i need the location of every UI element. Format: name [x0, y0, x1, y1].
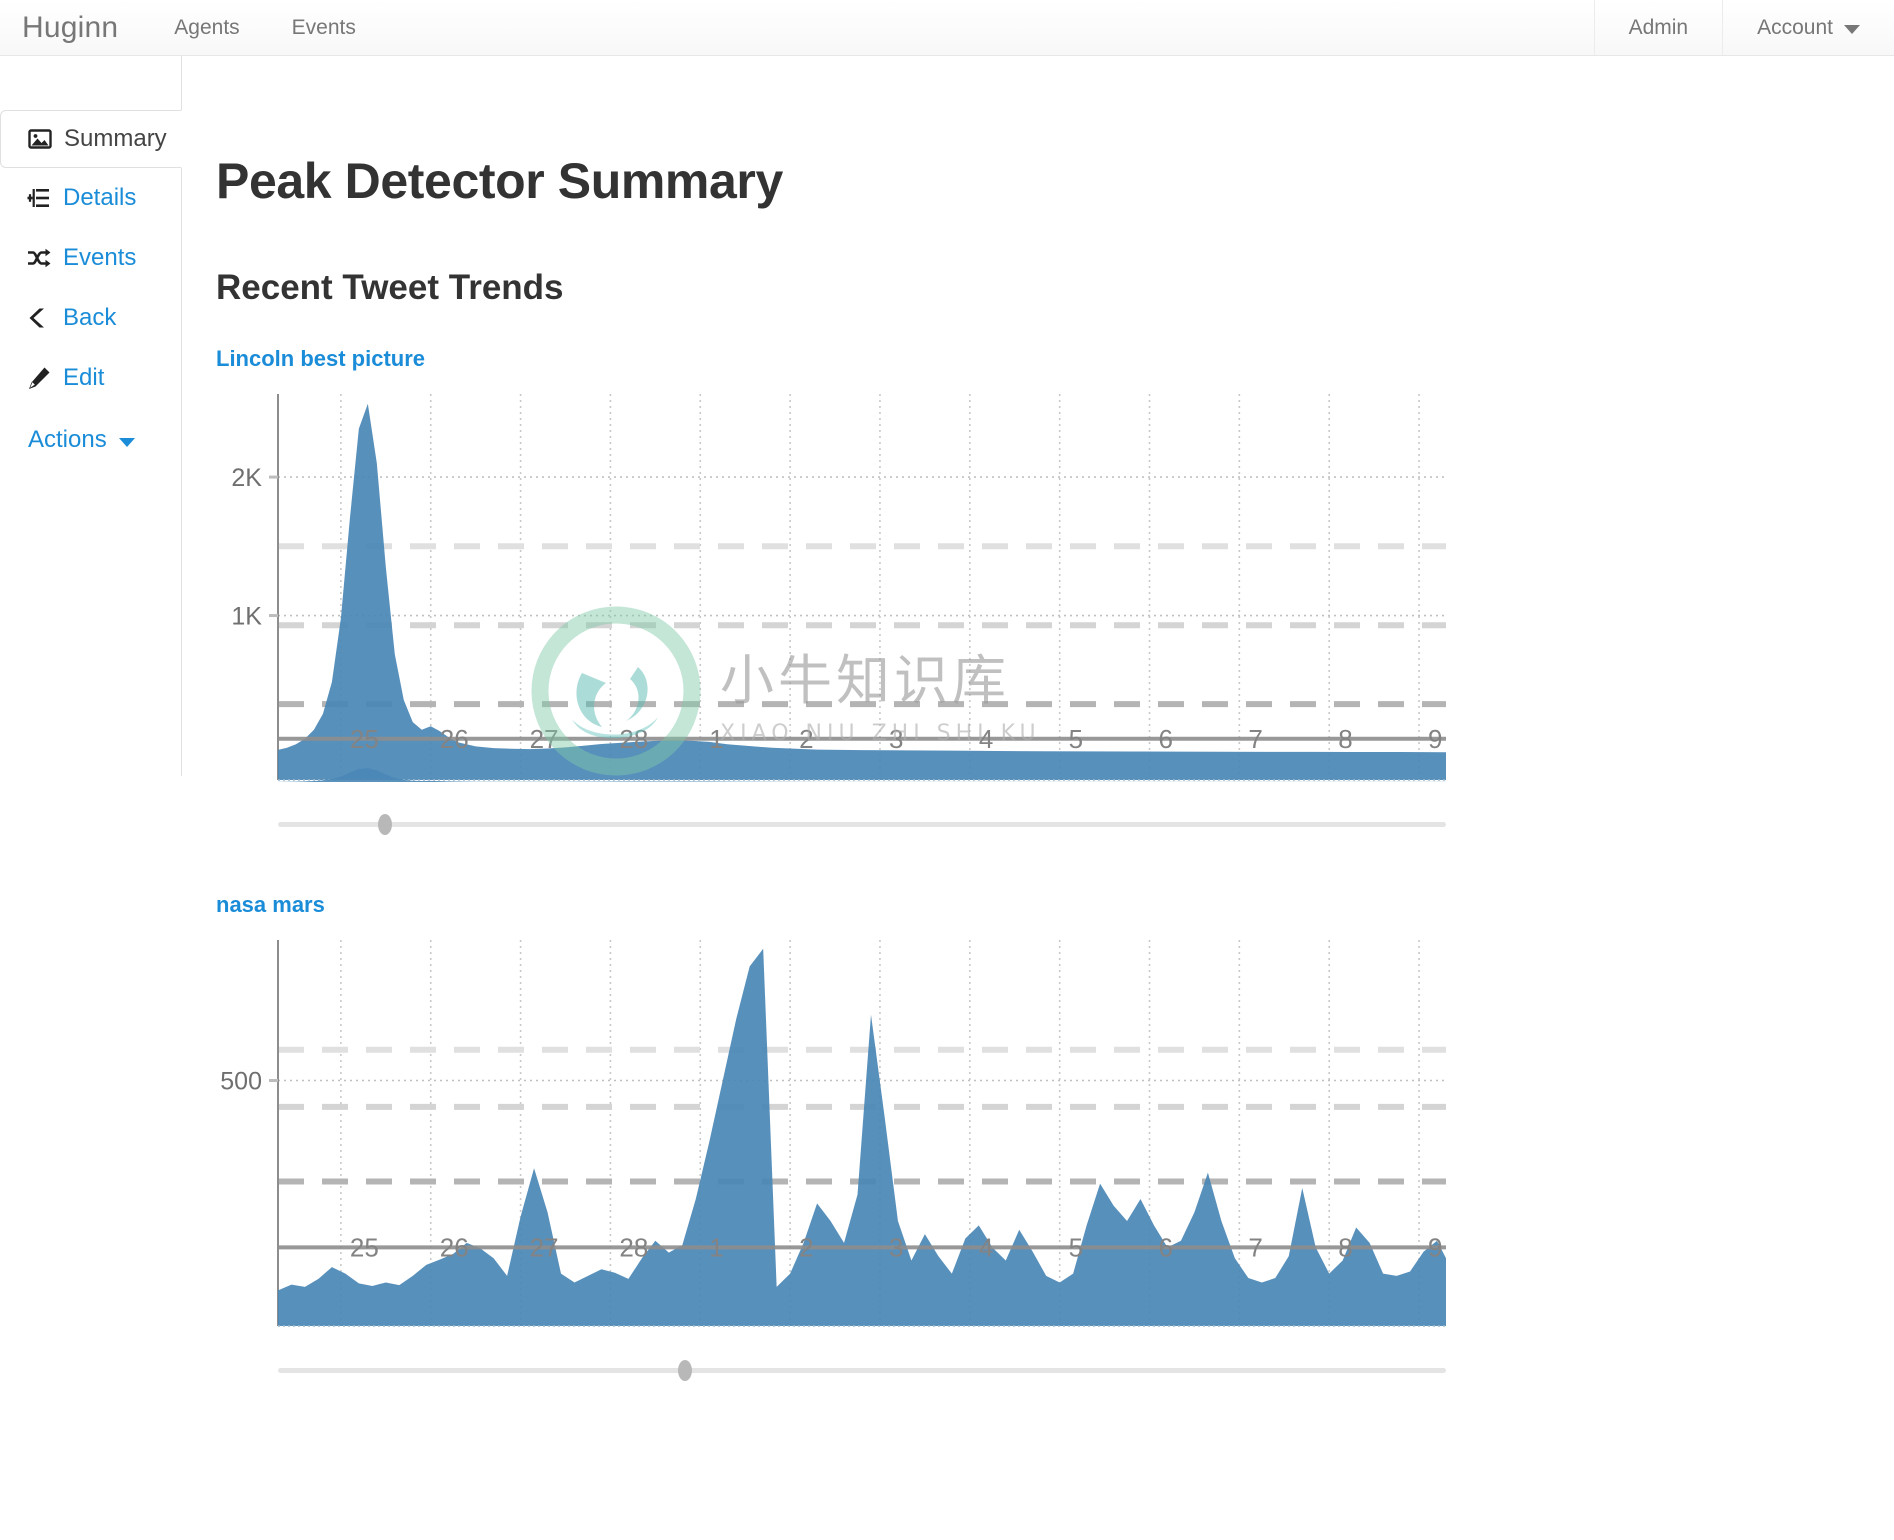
- slider-handle[interactable]: [678, 1360, 692, 1381]
- actions-dropdown[interactable]: Actions: [0, 408, 181, 472]
- pencil-icon: [26, 365, 52, 391]
- svg-text:5: 5: [1069, 1232, 1083, 1262]
- svg-text:8: 8: [1338, 1232, 1352, 1262]
- chart-block-1: nasa mars 500 25 26 27 28 1 2 3 4 5 6 7 8 9: [216, 892, 1894, 1386]
- chart-title-1: nasa mars: [216, 892, 325, 917]
- svg-text:25: 25: [350, 1232, 379, 1262]
- nav-link-account[interactable]: Account: [1722, 0, 1894, 55]
- chart-area-1: 500 25 26 27 28 1 2 3 4 5 6 7 8 9: [216, 932, 1894, 1352]
- svg-text:7: 7: [1248, 724, 1262, 754]
- chart-title-0: Lincoln best picture: [216, 346, 426, 371]
- svg-text:4: 4: [979, 724, 993, 754]
- image-icon: [27, 126, 53, 152]
- chevron-left-icon: [26, 305, 52, 331]
- nav-link-admin[interactable]: Admin: [1593, 0, 1723, 55]
- page-body: Summary Details Events Back Edit Actions…: [0, 56, 1894, 1540]
- svg-text:25: 25: [350, 724, 379, 754]
- svg-text:26: 26: [440, 724, 469, 754]
- sidebar-item-events-label: Events: [63, 244, 137, 271]
- svg-text:1K: 1K: [231, 603, 262, 631]
- sidebar-item-back[interactable]: Back: [0, 288, 181, 348]
- svg-text:27: 27: [530, 1232, 559, 1262]
- svg-text:9: 9: [1428, 724, 1442, 754]
- slider-track[interactable]: [278, 1368, 1446, 1373]
- svg-text:28: 28: [619, 724, 648, 754]
- nav-link-account-label: Account: [1757, 15, 1833, 39]
- svg-text:28: 28: [619, 1232, 648, 1262]
- chart-block-0: Lincoln best picture 1K 2K 25 26 27 28 1 2 3 4 5 6 7…: [216, 346, 1894, 840]
- slider-handle[interactable]: [378, 814, 392, 835]
- details-list-icon: [26, 185, 52, 211]
- sidebar-item-summary[interactable]: Summary: [0, 110, 182, 168]
- chevron-down-icon: [1844, 25, 1860, 34]
- shuffle-icon: [26, 245, 52, 271]
- sidebar-item-summary-label: Summary: [64, 125, 167, 152]
- svg-text:27: 27: [530, 724, 559, 754]
- svg-text:6: 6: [1159, 1232, 1173, 1262]
- navbar-right-group: Admin Account: [1593, 0, 1894, 55]
- sidebar-item-back-label: Back: [63, 304, 117, 331]
- chart-area-0: 1K 2K 25 26 27 28 1 2 3 4 5 6 7 8 9 小牛知识库 XIAO NIU ZHI…: [216, 386, 1894, 806]
- svg-text:6: 6: [1159, 724, 1173, 754]
- nav-link-events[interactable]: Events: [266, 0, 382, 55]
- svg-text:5: 5: [1069, 724, 1083, 754]
- section-title: Recent Tweet Trends: [216, 268, 564, 307]
- actions-dropdown-label: Actions: [28, 426, 107, 453]
- svg-text:9: 9: [1428, 1232, 1442, 1262]
- slider-track[interactable]: [278, 822, 1446, 827]
- svg-text:26: 26: [440, 1232, 469, 1262]
- svg-text:1: 1: [709, 724, 723, 754]
- svg-text:2: 2: [799, 1232, 813, 1262]
- page-title: Peak Detector Summary: [216, 153, 783, 209]
- svg-text:4: 4: [979, 1232, 993, 1262]
- svg-text:500: 500: [220, 1067, 262, 1095]
- chart-slider-1[interactable]: [278, 1352, 1446, 1386]
- chart-slider-0[interactable]: [278, 806, 1446, 840]
- svg-text:3: 3: [889, 1232, 903, 1262]
- chart-canvas-1[interactable]: 500 25 26 27 28 1 2 3 4 5 6 7 8 9: [216, 932, 1516, 1352]
- sidebar-item-edit[interactable]: Edit: [0, 348, 181, 408]
- svg-text:1: 1: [709, 1232, 723, 1262]
- sidebar-item-details-label: Details: [63, 184, 137, 211]
- svg-text:3: 3: [889, 724, 903, 754]
- main-content: Peak Detector Summary Recent Tweet Trend…: [182, 56, 1894, 1540]
- sidebar: Summary Details Events Back Edit Actions: [0, 56, 182, 776]
- svg-text:8: 8: [1338, 724, 1352, 754]
- svg-text:2K: 2K: [231, 464, 262, 492]
- svg-text:7: 7: [1248, 1232, 1262, 1262]
- nav-link-agents[interactable]: Agents: [148, 0, 265, 55]
- svg-text:2: 2: [799, 724, 813, 754]
- chart-canvas-0[interactable]: 1K 2K 25 26 27 28 1 2 3 4 5 6 7 8 9: [216, 386, 1516, 806]
- sidebar-item-details[interactable]: Details: [0, 168, 181, 228]
- top-navbar: Huginn Agents Events Admin Account: [0, 0, 1894, 56]
- brand-logo[interactable]: Huginn: [0, 0, 148, 55]
- sidebar-item-events[interactable]: Events: [0, 228, 181, 288]
- chevron-down-icon: [118, 437, 135, 447]
- sidebar-item-edit-label: Edit: [63, 364, 105, 391]
